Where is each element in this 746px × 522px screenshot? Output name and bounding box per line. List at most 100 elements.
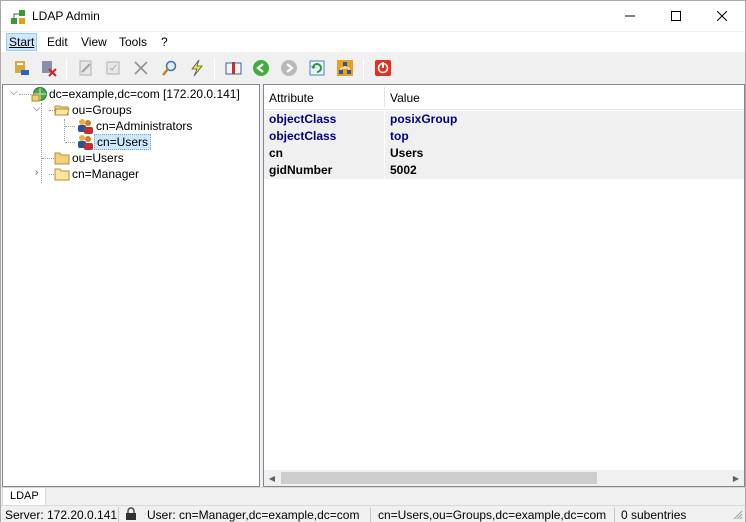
cell-divider xyxy=(384,145,385,162)
exit-icon xyxy=(375,60,391,76)
properties-button[interactable] xyxy=(103,58,123,78)
status-divider xyxy=(118,507,119,522)
disconnect-button[interactable] xyxy=(38,58,58,78)
menu-tools-label: Tools xyxy=(119,35,148,49)
lightning-button[interactable] xyxy=(187,58,207,78)
refresh-button[interactable] xyxy=(307,58,327,78)
delete-button[interactable] xyxy=(131,58,151,78)
menu-tools[interactable]: Tools xyxy=(117,34,149,50)
menu-edit[interactable]: Edit xyxy=(45,34,70,50)
attribute-value: Users xyxy=(390,146,424,160)
expand-chevron-icon[interactable]: › xyxy=(35,167,38,178)
menu-start-label: Start xyxy=(9,35,35,49)
forward-button[interactable] xyxy=(279,58,299,78)
forward-arrow-icon xyxy=(281,60,297,76)
tree-node-groups[interactable]: ou=Groups xyxy=(54,102,134,118)
folder-icon xyxy=(54,168,70,181)
tree-node-users-group[interactable]: cn=Users xyxy=(76,134,152,150)
connect-button[interactable] xyxy=(11,58,31,78)
tree-guide xyxy=(41,103,42,183)
disconnect-icon xyxy=(42,61,57,77)
minimize-icon xyxy=(625,15,635,17)
toolbar-separator xyxy=(66,58,67,80)
attribute-list[interactable]: Attribute Value objectClass posixGroup o… xyxy=(263,84,745,487)
maximize-button[interactable] xyxy=(653,1,699,31)
lock-icon xyxy=(126,507,136,520)
tree-guide xyxy=(65,142,75,143)
attribute-row[interactable]: objectClass top xyxy=(264,128,744,145)
back-button[interactable] xyxy=(251,58,271,78)
edit-entry-icon xyxy=(79,60,92,76)
column-header-value[interactable]: Value xyxy=(390,91,420,105)
lightning-icon xyxy=(191,59,203,77)
scroll-right-icon[interactable]: ▶ xyxy=(728,470,744,486)
collapse-chevron-icon[interactable]: ⌵ xyxy=(33,103,41,114)
menu-start[interactable]: Start xyxy=(6,33,38,51)
connect-icon xyxy=(15,61,29,75)
tree-node-manager[interactable]: cn=Manager xyxy=(54,166,141,182)
attribute-row[interactable]: objectClass posixGroup xyxy=(264,111,744,128)
schema-button[interactable] xyxy=(224,58,244,78)
attribute-name: cn xyxy=(269,146,284,160)
ldap-admin-icon xyxy=(11,10,25,24)
directory-tree-button[interactable] xyxy=(335,58,355,78)
edit-entry-button[interactable] xyxy=(76,58,96,78)
toolbar xyxy=(1,53,745,83)
tree-guide xyxy=(19,94,31,95)
tree-node-label: ou=Groups xyxy=(72,103,132,117)
directory-tree[interactable]: ⌵ dc=example,dc=com [172.20.0.141] ⌵ ou=… xyxy=(2,84,260,487)
minimize-button[interactable] xyxy=(607,1,653,31)
server-globe-icon xyxy=(31,87,47,102)
delete-icon xyxy=(134,61,148,75)
tab-ldap[interactable]: LDAP xyxy=(2,488,46,506)
status-server: Server: 172.20.0.141 xyxy=(5,508,118,522)
menu-view-label: View xyxy=(81,35,107,49)
group-users-icon xyxy=(78,135,93,150)
menu-view[interactable]: View xyxy=(79,34,109,50)
tree-node-root[interactable]: dc=example,dc=com [172.20.0.141] xyxy=(31,86,242,102)
maximize-icon xyxy=(671,11,681,21)
tree-node-administrators[interactable]: cn=Administrators xyxy=(76,118,194,134)
menu-help[interactable]: ? xyxy=(159,34,170,50)
back-arrow-icon xyxy=(253,60,269,76)
scrollbar-thumb[interactable] xyxy=(281,472,597,484)
menu-bar: Start Edit View Tools ? xyxy=(1,32,745,52)
status-bar: Server: 172.20.0.141 User: cn=Manager,dc… xyxy=(1,505,745,522)
exit-button[interactable] xyxy=(373,58,393,78)
toolbar-separator xyxy=(363,58,364,80)
resize-grip-icon[interactable] xyxy=(733,510,743,520)
cell-divider xyxy=(384,111,385,128)
scroll-left-icon[interactable]: ◀ xyxy=(264,470,280,486)
window-title: LDAP Admin xyxy=(32,9,100,23)
status-user: User: cn=Manager,dc=example,dc=com xyxy=(147,508,360,522)
attribute-row[interactable]: gidNumber 5002 xyxy=(264,162,744,179)
refresh-icon xyxy=(309,60,325,76)
attribute-name: objectClass xyxy=(269,129,337,143)
collapse-chevron-icon[interactable]: ⌵ xyxy=(10,87,18,98)
title-bar[interactable]: LDAP Admin xyxy=(1,1,745,31)
attribute-row[interactable]: cn Users xyxy=(264,145,744,162)
horizontal-scrollbar[interactable]: ◀ ▶ xyxy=(264,470,744,486)
tab-strip: LDAP xyxy=(1,487,745,506)
attribute-name: objectClass xyxy=(269,112,337,126)
main-window: LDAP Admin Start Edit View Tools ? ⌵ dc=… xyxy=(0,0,746,522)
cell-divider xyxy=(384,162,385,179)
menu-help-label: ? xyxy=(161,35,168,49)
attribute-list-header: Attribute Value xyxy=(264,85,744,110)
tree-node-label: cn=Users xyxy=(94,134,152,150)
folder-icon xyxy=(54,152,70,165)
attribute-value: top xyxy=(390,129,409,143)
close-button[interactable] xyxy=(699,1,745,31)
column-divider[interactable] xyxy=(384,87,385,107)
tree-node-label: cn=Manager xyxy=(72,167,140,181)
status-subentries: 0 subentries xyxy=(621,508,687,522)
tree-guide xyxy=(42,158,54,159)
schema-book-icon xyxy=(225,62,242,75)
tree-node-label: cn=Administrators xyxy=(96,119,193,133)
status-divider xyxy=(614,507,615,522)
search-button[interactable] xyxy=(159,58,179,78)
properties-icon xyxy=(106,61,120,75)
column-header-attribute[interactable]: Attribute xyxy=(269,91,314,105)
tree-guide xyxy=(64,119,65,141)
tree-node-users-ou[interactable]: ou=Users xyxy=(54,150,126,166)
